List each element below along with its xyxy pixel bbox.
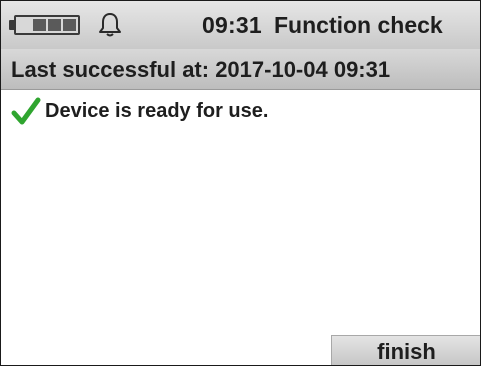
checkmark-icon: [11, 97, 41, 125]
clock-time: 09:31: [202, 12, 262, 38]
device-screen: 09:31 Function check Last successful at:…: [0, 0, 481, 366]
screen-title: Function check: [274, 12, 443, 38]
finish-button[interactable]: finish: [331, 335, 480, 365]
battery-icon: [9, 14, 85, 36]
bell-icon: [99, 13, 121, 37]
last-success-label: Last successful at: 2017-10-04 09:31: [11, 57, 391, 82]
last-success-banner: Last successful at: 2017-10-04 09:31: [1, 49, 480, 90]
status-message: Device is ready for use.: [45, 99, 269, 122]
status-message-row: Device is ready for use.: [11, 93, 268, 129]
status-bar: 09:31 Function check: [1, 1, 480, 49]
